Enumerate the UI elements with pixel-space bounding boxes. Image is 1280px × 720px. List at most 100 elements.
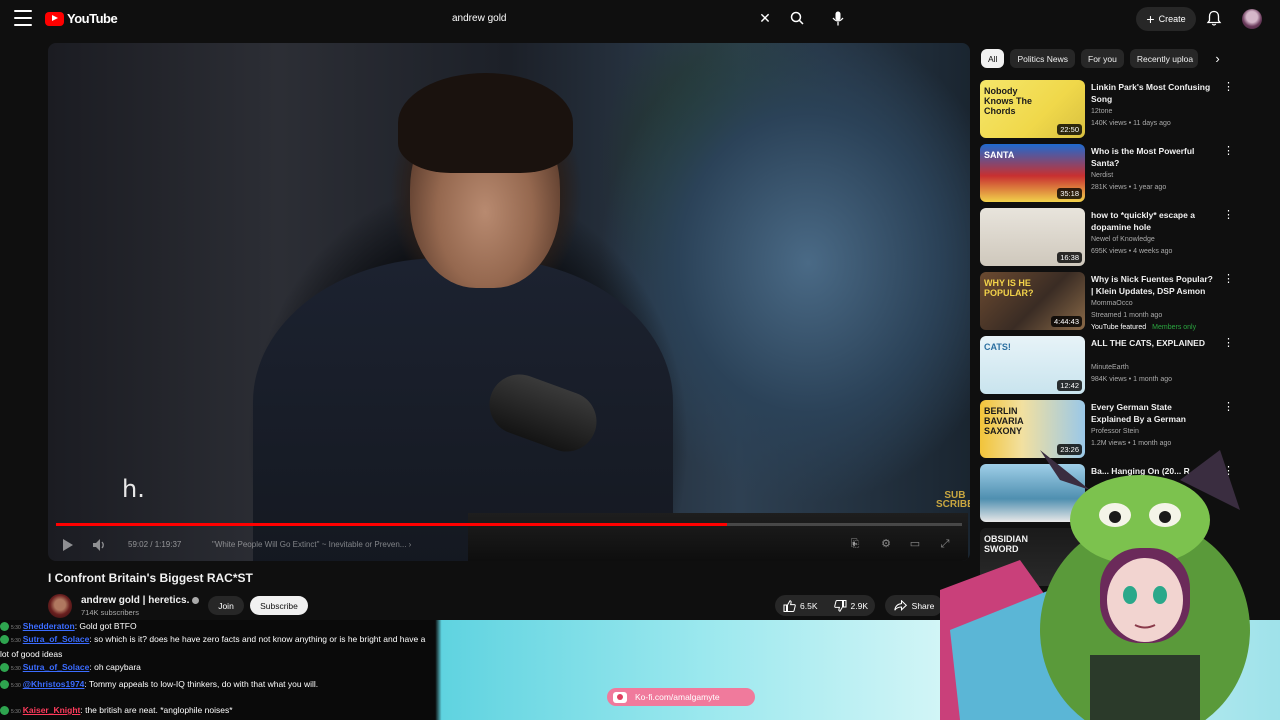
duration-badge: 35:18 [1057,188,1082,199]
recommendation-title[interactable]: Why is Nick Fuentes Popular? | Klein Upd… [1091,273,1213,297]
chat-timestamp: 5:30 [11,666,21,672]
kofi-link[interactable]: Ko-fi.com/amalgamyte [607,688,755,706]
duration-badge: 22:50 [1057,124,1082,135]
channel-avatar[interactable] [48,594,72,618]
more-options-icon[interactable]: ⋮ [1223,336,1234,350]
create-button[interactable]: + Create [1136,7,1196,31]
voice-search-button[interactable] [824,5,852,31]
chip-politics-news[interactable]: Politics News [1010,49,1075,68]
recommendation-title[interactable]: Who is the Most Powerful Santa? [1091,145,1213,169]
recommendation-channel[interactable]: Nerdist [1091,172,1113,179]
recommendation-channel[interactable]: MinuteEarth [1091,364,1129,371]
video-player[interactable]: h. SUB SCRIBE 59:02 / 1:19:37 "White Peo… [48,43,970,561]
recommendation-thumbnail[interactable]: 16:38 [980,208,1085,266]
share-icon [893,600,907,611]
notifications-button[interactable] [1206,10,1224,28]
channel-name-text[interactable]: andrew gold | heretics. [81,595,189,606]
clear-search-icon[interactable]: ✕ [758,11,772,25]
thumbnail-text: CATS! [984,342,1011,352]
recommendation-meta: 695K views • 4 weeks ago [1091,248,1173,255]
chat-text: oh capybara [94,662,141,672]
dislike-button[interactable]: 2.9K [826,595,877,616]
chat-message: 5:30 Sutra_of_Solace: so which is it? doe… [0,633,430,661]
platform-icon [0,622,9,632]
like-button[interactable]: 6.5K [775,595,826,616]
members-only-badge: Members only [1152,324,1197,331]
recommendation-item[interactable]: 16:38 how to *quickly* escape a dopamine … [980,208,1235,266]
share-button[interactable]: Share [885,595,943,616]
more-options-icon[interactable]: ⋮ [1223,80,1234,94]
chat-timestamp: 5:30 [11,625,21,631]
recommendation-title[interactable]: Every German State Explained By a German [1091,401,1213,425]
join-button[interactable]: Join [208,596,244,615]
hamburger-menu-icon[interactable] [14,10,32,26]
caption-text: h. [122,475,145,503]
chat-timestamp: 5:30 [11,683,21,689]
recommendation-thumbnail[interactable]: CATS! 12:42 [980,336,1085,394]
captions-icon[interactable]: ⎘ [848,537,862,551]
recommendation-item[interactable]: Nobody Knows The Chords 22:50 Linkin Park'… [980,80,1235,138]
chapter-title[interactable]: "White People Will Go Extinct" ~ Inevita… [212,540,411,549]
thumbnail-text: WHY IS HE POPULAR? [984,278,1034,298]
recommendation-channel[interactable]: 12tone [1091,108,1112,115]
recommendation-channel[interactable]: MommaOcco [1091,300,1133,307]
platform-icon [0,635,9,645]
youtube-logo[interactable]: YouTube [45,11,118,26]
platform-icon [0,663,9,673]
play-icon[interactable] [62,538,74,552]
recommendation-item[interactable]: CATS! 12:42 ALL THE CATS, EXPLAINED MinuteE… [980,336,1235,394]
platform-icon [0,706,9,716]
recommendation-channel[interactable]: Newel of Knowledge [1091,236,1155,243]
recommendation-badges: YouTube featured Members only [1091,324,1196,331]
recommendation-thumbnail[interactable]: WHY IS HE POPULAR? 4:44:43 [980,272,1085,330]
duration-badge: 12:42 [1057,380,1082,391]
chat-text: the british are neat. *anglophile noises… [85,705,233,715]
youtube-watch-page: YouTube andrew gold ✕ + Create h. SUB SC… [0,0,1280,720]
stream-chat: 5:30 Shedderaton: Gold got BTFO 5:30 Sutra_… [0,620,437,720]
search-icon [790,11,804,25]
recommendation-thumbnail[interactable]: Nobody Knows The Chords 22:50 [980,80,1085,138]
recommendation-title[interactable]: ALL THE CATS, EXPLAINED [1091,337,1213,349]
recommendation-title[interactable]: how to *quickly* escape a dopamine hole [1091,209,1213,233]
progress-fill [56,523,728,526]
chat-username[interactable]: Kaiser_Knight [23,705,81,715]
more-options-icon[interactable]: ⋮ [1223,400,1234,414]
recommendation-meta: Streamed 1 month ago [1091,312,1163,319]
settings-gear-icon[interactable]: ⚙ [879,537,893,551]
more-options-icon[interactable]: ⋮ [1223,144,1234,158]
account-avatar[interactable] [1242,9,1262,29]
recommendation-meta: 140K views • 11 days ago [1091,120,1171,127]
chip-all[interactable]: All [981,49,1005,68]
video-frame-hair [398,73,573,173]
search-query[interactable]: andrew gold [442,13,780,24]
progress-bar[interactable] [56,523,962,526]
chat-username[interactable]: Sutra_of_Solace [23,662,90,672]
dislike-count: 2.9K [850,600,869,611]
recommendation-title[interactable]: Linkin Park's Most Confusing Song [1091,81,1213,105]
chat-username[interactable]: @Khristos1974 [23,679,85,689]
recommendation-item[interactable]: WHY IS HE POPULAR? 4:44:43 Why is Nick Fue… [980,272,1235,331]
chat-username[interactable]: Sutra_of_Solace [23,634,90,644]
channel-name[interactable]: andrew gold | heretics. [81,595,200,606]
volume-icon[interactable] [92,538,108,552]
chat-text: Tommy appeals to low-IQ thinkers, do wit… [89,679,319,689]
recommendation-thumbnail[interactable]: SANTA 35:18 [980,144,1085,202]
subscribe-button[interactable]: Subscribe [250,596,308,615]
filter-chips: All Politics News For you Recently uploa [981,49,1198,68]
search-input[interactable]: andrew gold ✕ [442,7,780,29]
top-bar: YouTube andrew gold ✕ + Create [0,0,1280,40]
kofi-label: Ko-fi.com/amalgamyte [635,692,720,702]
more-options-icon[interactable]: ⋮ [1223,272,1234,286]
chat-text: Gold got BTFO [79,621,137,631]
search-button[interactable] [783,5,811,31]
more-options-icon[interactable]: ⋮ [1223,208,1234,222]
recommendation-item[interactable]: SANTA 35:18 Who is the Most Powerful Santa… [980,144,1235,202]
chat-username[interactable]: Shedderaton [23,621,75,631]
youtube-logo-icon [45,11,64,26]
recommendation-channel[interactable]: Professor Stein [1091,428,1139,435]
video-title: I Confront Britain's Biggest RAC*ST [48,571,253,585]
chevron-right-icon[interactable]: › [1208,49,1227,68]
chip-for-you[interactable]: For you [1081,49,1124,68]
chip-recently-uploa[interactable]: Recently uploa [1129,49,1198,68]
theater-mode-icon[interactable]: ▭ [908,537,922,551]
